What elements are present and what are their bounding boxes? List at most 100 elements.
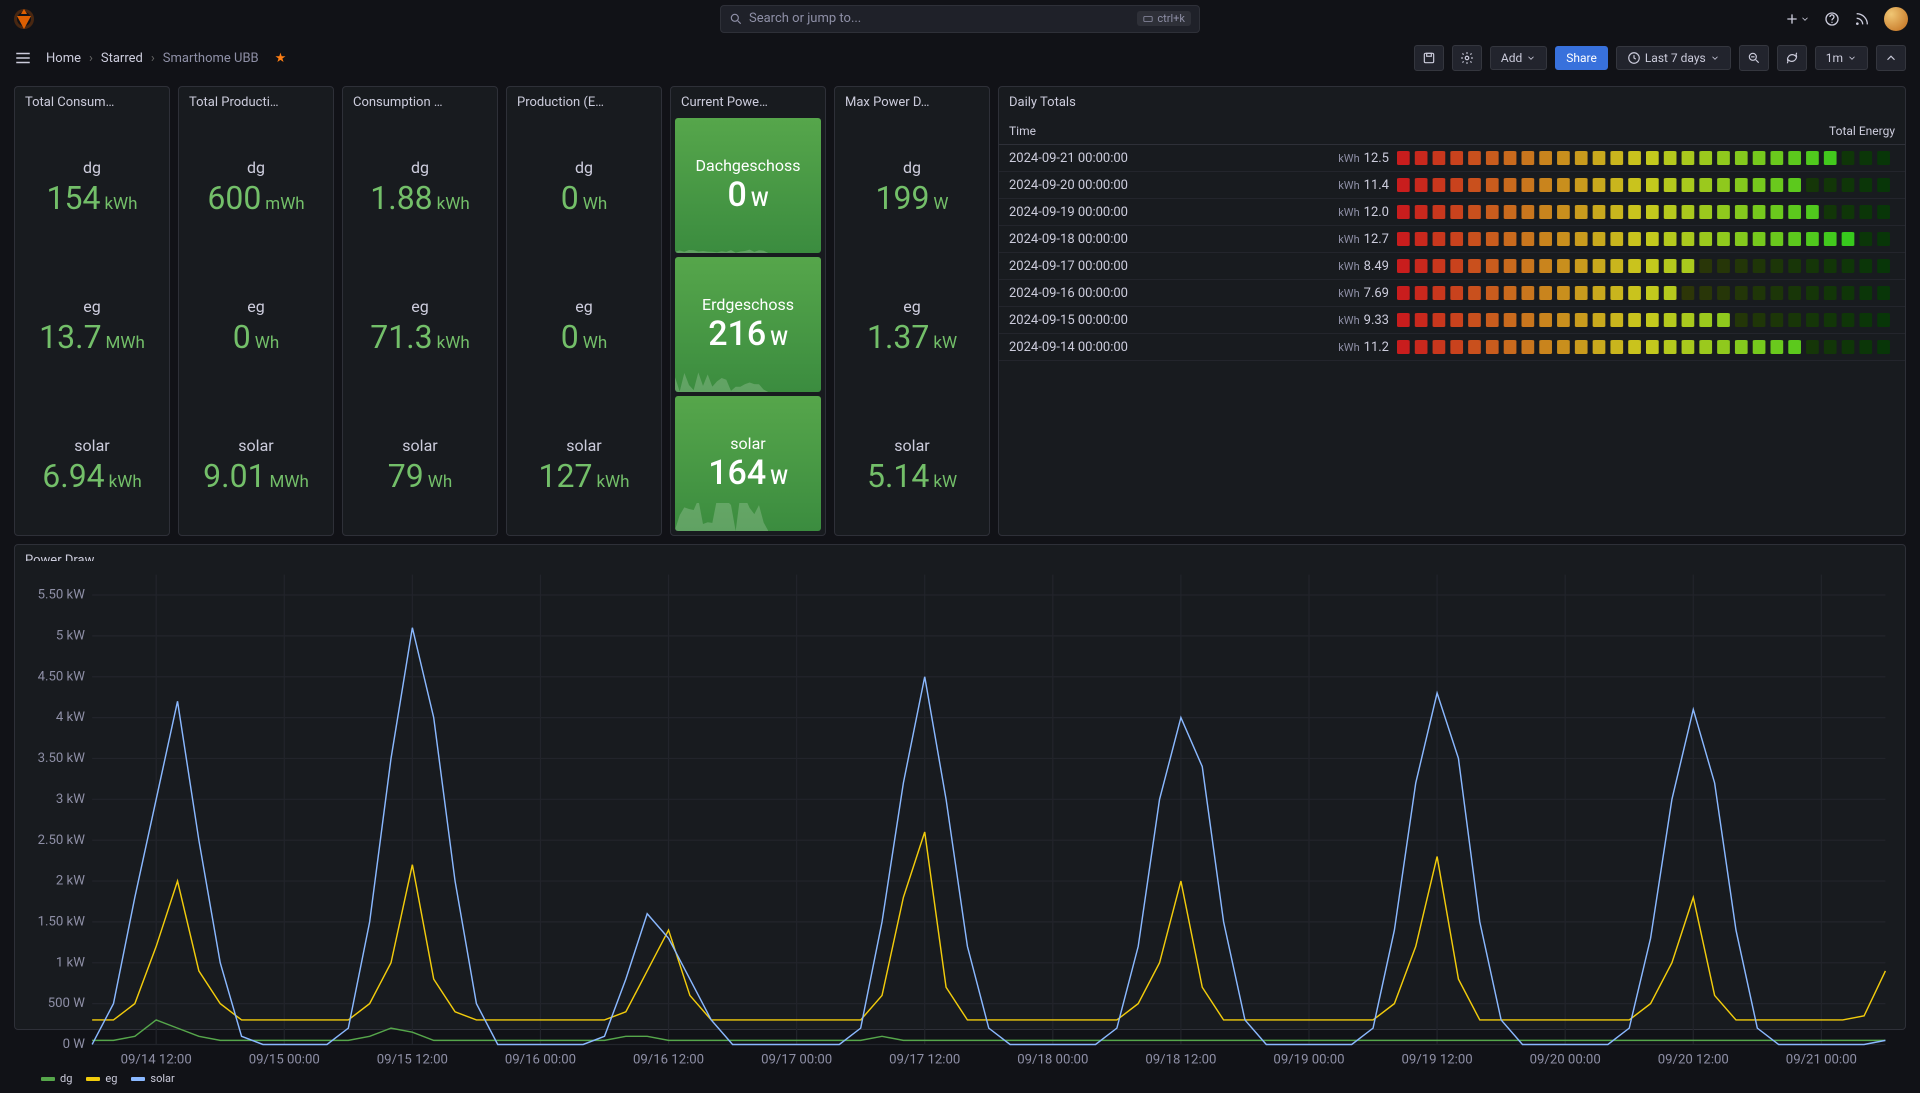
zoom-out-button[interactable] <box>1739 45 1769 71</box>
gauge <box>1397 285 1895 301</box>
stat-cell: dg199W <box>835 118 989 257</box>
add-menu[interactable] <box>1784 11 1810 27</box>
cell-time: 2024-09-14 00:00:00 <box>1009 340 1309 355</box>
stat-panel-total_production[interactable]: Total Producti…dg600mWheg0Whsolar9.01MWh <box>178 86 334 536</box>
breadcrumb-starred[interactable]: Starred <box>101 51 143 66</box>
stat-cell: eg1.37kW <box>835 257 989 396</box>
table-row[interactable]: 2024-09-17 00:00:00kWh8.49 <box>999 253 1905 280</box>
cell-time: 2024-09-20 00:00:00 <box>1009 178 1309 193</box>
svg-text:09/16 12:00: 09/16 12:00 <box>633 1053 704 1068</box>
power-draw-panel[interactable]: Power Draw 0 W500 W1 kW1.50 kW2 kW2.50 k… <box>14 544 1906 1030</box>
save-icon <box>1422 51 1436 65</box>
stat-cell: dg600mWh <box>179 118 333 257</box>
refresh-interval-picker[interactable]: 1m <box>1815 46 1868 70</box>
svg-text:09/17 12:00: 09/17 12:00 <box>889 1053 960 1068</box>
breadcrumb: Home › Starred › Smarthome UBB ★ <box>46 51 286 66</box>
chevron-down-icon <box>1526 53 1536 63</box>
stat-cell: solar6.94kWh <box>15 396 169 535</box>
save-dashboard-button[interactable] <box>1414 45 1444 71</box>
rss-icon <box>1854 11 1870 27</box>
svg-text:5.50 kW: 5.50 kW <box>38 588 86 603</box>
svg-text:09/18 00:00: 09/18 00:00 <box>1017 1053 1088 1068</box>
table-row[interactable]: 2024-09-20 00:00:00kWh11.4 <box>999 172 1905 199</box>
help-icon <box>1824 11 1840 27</box>
user-avatar[interactable] <box>1884 7 1908 31</box>
chevron-down-icon <box>1847 53 1857 63</box>
stat-panel-total_consumption[interactable]: Total Consum…dg154kWheg13.7MWhsolar6.94k… <box>14 86 170 536</box>
add-button[interactable]: Add <box>1490 46 1547 70</box>
gauge <box>1397 258 1895 274</box>
gauge <box>1397 150 1895 166</box>
cp-cell: Erdgeschoss216W <box>675 257 821 392</box>
breadcrumb-home[interactable]: Home <box>46 51 81 66</box>
panel-title: Production (E… <box>507 87 661 118</box>
cell-time: 2024-09-18 00:00:00 <box>1009 232 1309 247</box>
cell-value: kWh9.33 <box>1309 313 1389 328</box>
search-shortcut: ctrl+k <box>1137 11 1191 26</box>
chevron-down-icon <box>1800 14 1810 24</box>
stat-cell: dg1.88kWh <box>343 118 497 257</box>
svg-text:09/16 00:00: 09/16 00:00 <box>505 1053 576 1068</box>
menu-toggle[interactable] <box>14 49 32 67</box>
table-row[interactable]: 2024-09-15 00:00:00kWh9.33 <box>999 307 1905 334</box>
refresh-icon <box>1785 51 1799 65</box>
svg-text:2.50 kW: 2.50 kW <box>38 833 86 848</box>
stat-cell: dg154kWh <box>15 118 169 257</box>
table-row[interactable]: 2024-09-18 00:00:00kWh12.7 <box>999 226 1905 253</box>
keyboard-icon <box>1143 14 1153 24</box>
gear-icon <box>1460 51 1474 65</box>
svg-text:4 kW: 4 kW <box>56 710 85 725</box>
news-button[interactable] <box>1854 11 1870 27</box>
panel-title: Total Consum… <box>15 87 169 118</box>
search-input[interactable]: Search or jump to... ctrl+k <box>720 5 1200 33</box>
legend-item[interactable]: eg <box>86 1072 117 1085</box>
settings-button[interactable] <box>1452 45 1482 71</box>
panel-title: Current Powe… <box>671 87 825 118</box>
svg-text:09/18 12:00: 09/18 12:00 <box>1145 1053 1216 1068</box>
gauge <box>1397 177 1895 193</box>
stat-cell: eg13.7MWh <box>15 257 169 396</box>
table-header: TimeTotal Energy <box>999 118 1905 145</box>
stat-cell: solar127kWh <box>507 396 661 535</box>
table-row[interactable]: 2024-09-16 00:00:00kWh7.69 <box>999 280 1905 307</box>
help-button[interactable] <box>1824 11 1840 27</box>
current-power-panel[interactable]: Current Powe…Dachgeschoss0WErdgeschoss21… <box>670 86 826 536</box>
legend-item[interactable]: solar <box>131 1072 174 1085</box>
gauge <box>1397 231 1895 247</box>
stat-cell: eg0Wh <box>179 257 333 396</box>
stat-cell: solar79Wh <box>343 396 497 535</box>
share-button[interactable]: Share <box>1555 46 1608 70</box>
stat-panel-consumption[interactable]: Consumption …dg1.88kWheg71.3kWhsolar79Wh <box>342 86 498 536</box>
cell-time: 2024-09-15 00:00:00 <box>1009 313 1309 328</box>
stat-cell: solar5.14kW <box>835 396 989 535</box>
cell-value: kWh12.5 <box>1309 151 1389 166</box>
svg-text:09/19 12:00: 09/19 12:00 <box>1402 1053 1473 1068</box>
plus-icon <box>1784 11 1800 27</box>
collapse-button[interactable] <box>1876 45 1906 71</box>
timerange-picker[interactable]: Last 7 days <box>1616 46 1731 70</box>
star-toggle[interactable]: ★ <box>275 51 287 66</box>
table-row[interactable]: 2024-09-14 00:00:00kWh11.2 <box>999 334 1905 361</box>
svg-text:09/20 12:00: 09/20 12:00 <box>1658 1053 1729 1068</box>
cell-value: kWh12.0 <box>1309 205 1389 220</box>
cell-time: 2024-09-16 00:00:00 <box>1009 286 1309 301</box>
svg-text:09/14 12:00: 09/14 12:00 <box>121 1053 192 1068</box>
chart-legend: dg eg solar <box>15 1068 1905 1093</box>
svg-text:3.50 kW: 3.50 kW <box>38 751 86 766</box>
gauge <box>1397 204 1895 220</box>
cell-time: 2024-09-19 00:00:00 <box>1009 205 1309 220</box>
table-row[interactable]: 2024-09-21 00:00:00kWh12.5 <box>999 145 1905 172</box>
table-row[interactable]: 2024-09-19 00:00:00kWh12.0 <box>999 199 1905 226</box>
search-icon <box>729 12 743 26</box>
legend-item[interactable]: dg <box>41 1072 72 1085</box>
svg-text:3 kW: 3 kW <box>56 792 85 807</box>
daily-totals-panel[interactable]: Daily TotalsTimeTotal Energy2024-09-21 0… <box>998 86 1906 536</box>
panel-title: Max Power D… <box>835 87 989 118</box>
stat-panel-production[interactable]: Production (E…dg0Wheg0Whsolar127kWh <box>506 86 662 536</box>
cell-value: kWh11.2 <box>1309 340 1389 355</box>
gauge <box>1397 339 1895 355</box>
refresh-button[interactable] <box>1777 45 1807 71</box>
panel-title: Total Producti… <box>179 87 333 118</box>
app-logo[interactable] <box>12 7 36 31</box>
max-power-panel[interactable]: Max Power D…dg199Weg1.37kWsolar5.14kW <box>834 86 990 536</box>
